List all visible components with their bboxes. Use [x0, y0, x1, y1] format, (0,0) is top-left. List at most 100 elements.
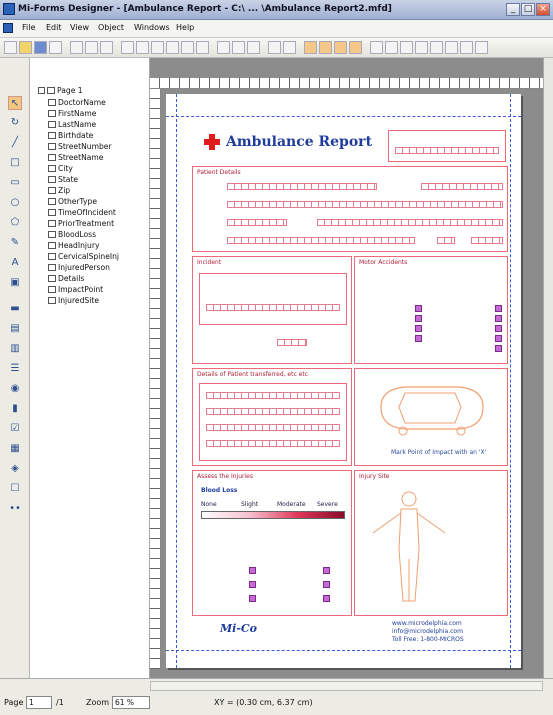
menu-view[interactable]: View — [70, 23, 89, 32]
combo-tool-icon[interactable]: ▥ — [8, 342, 22, 356]
tree-item[interactable]: TimeOfIncident — [48, 208, 116, 217]
guides-icon[interactable] — [334, 41, 347, 54]
line-tool-icon[interactable]: ╱ — [8, 136, 22, 150]
rectangle-tool-icon[interactable]: □ — [8, 156, 22, 170]
tree-item[interactable]: City — [48, 164, 73, 173]
guide-line[interactable] — [166, 116, 521, 117]
same-size-icon[interactable] — [247, 41, 260, 54]
first-page-icon[interactable] — [370, 41, 383, 54]
image-tool-icon[interactable]: ▣ — [8, 276, 22, 290]
close-button[interactable]: × — [536, 3, 550, 16]
copy-icon[interactable] — [85, 41, 98, 54]
other-type-field[interactable] — [206, 304, 340, 311]
tree-item[interactable]: InjuredSite — [48, 296, 99, 305]
fit-page-icon[interactable] — [460, 41, 473, 54]
print-icon[interactable] — [49, 41, 62, 54]
form-page[interactable]: Ambulance Report Patient Details Inciden… — [166, 94, 521, 668]
checkbox[interactable] — [323, 581, 330, 588]
table-tool-icon[interactable]: ▦ — [8, 442, 22, 456]
tree-item[interactable]: Zip — [48, 186, 70, 195]
checkbox[interactable] — [495, 325, 502, 332]
polygon-tool-icon[interactable]: ⬠ — [8, 216, 22, 230]
list-tool-icon[interactable]: ☰ — [8, 362, 22, 376]
tree-item[interactable]: StreetNumber — [48, 142, 112, 151]
details-section[interactable]: Details of Patient transferred, etc etc — [192, 368, 352, 466]
zip-field[interactable] — [471, 237, 503, 244]
guide-line[interactable] — [176, 94, 177, 668]
save-icon[interactable] — [34, 41, 47, 54]
first-name-field[interactable] — [227, 183, 377, 190]
checkbox[interactable] — [415, 315, 422, 322]
checkbox[interactable] — [249, 595, 256, 602]
details-line[interactable] — [206, 440, 340, 447]
last-page-icon[interactable] — [415, 41, 428, 54]
open-icon[interactable] — [19, 41, 32, 54]
checkbox[interactable] — [415, 305, 422, 312]
tree-item[interactable]: Birthdate — [48, 131, 93, 140]
frame-tool-icon[interactable]: ☐ — [8, 482, 22, 496]
menu-edit[interactable]: Edit — [46, 23, 62, 32]
zoom-select[interactable]: 61 % — [112, 696, 150, 709]
assess-injuries-section[interactable]: Assess the Injuries Blood Loss None Slig… — [192, 470, 352, 616]
zoom-out-icon[interactable] — [445, 41, 458, 54]
tree-item[interactable]: OtherType — [48, 197, 97, 206]
horizontal-scrollbar[interactable] — [150, 681, 543, 691]
tree-item[interactable]: State — [48, 175, 78, 184]
injury-site-section[interactable]: Injury Site — [354, 470, 508, 616]
checkbox-tool-icon[interactable]: ☑ — [8, 422, 22, 436]
tree-item[interactable]: FirstName — [48, 109, 96, 118]
tree-item[interactable]: PriorTreatment — [48, 219, 114, 228]
menu-object[interactable]: Object — [98, 23, 124, 32]
motor-accidents-section[interactable]: Motor Accidents — [354, 256, 508, 364]
checkbox[interactable] — [249, 567, 256, 574]
align-left-icon[interactable] — [121, 41, 134, 54]
same-height-icon[interactable] — [232, 41, 245, 54]
maximize-button[interactable]: □ — [521, 3, 535, 16]
minimize-button[interactable]: _ — [506, 3, 520, 16]
pen-tool-icon[interactable]: ✎ — [8, 236, 22, 250]
checkbox[interactable] — [323, 567, 330, 574]
menu-windows[interactable]: Windows — [134, 23, 170, 32]
state-field[interactable] — [437, 237, 455, 244]
rounded-rect-tool-icon[interactable]: ▭ — [8, 176, 22, 190]
barcode-tool-icon[interactable]: ▮ — [8, 402, 22, 416]
tree-item[interactable]: BloodLoss — [48, 230, 96, 239]
snap-icon[interactable] — [319, 41, 332, 54]
last-name-field[interactable] — [227, 201, 503, 208]
incident-section[interactable]: Incident — [192, 256, 352, 364]
checkbox[interactable] — [495, 335, 502, 342]
collapse-icon[interactable] — [38, 87, 45, 94]
patient-details-section[interactable]: Patient Details — [192, 166, 508, 252]
street-name-field[interactable] — [317, 219, 503, 226]
radio-tool-icon[interactable]: ◉ — [8, 382, 22, 396]
details-box[interactable] — [199, 383, 347, 461]
paste-icon[interactable] — [100, 41, 113, 54]
next-page-icon[interactable] — [400, 41, 413, 54]
tree-item[interactable]: InjuredPerson — [48, 263, 110, 272]
guide-line[interactable] — [166, 650, 521, 651]
text-tool-icon[interactable]: A — [8, 256, 22, 270]
tree-item[interactable]: Details — [48, 274, 84, 283]
field-tool-icon[interactable]: ▬ — [8, 302, 22, 316]
city-field[interactable] — [227, 237, 415, 244]
checkbox[interactable] — [249, 581, 256, 588]
details-line[interactable] — [206, 424, 340, 431]
tree-item[interactable]: CervicalSpineInj — [48, 252, 119, 261]
tree-item[interactable]: ImpactPoint — [48, 285, 103, 294]
textbox-tool-icon[interactable]: ▤ — [8, 322, 22, 336]
tree-item[interactable]: HeadInjury — [48, 241, 99, 250]
more-tools-icon[interactable]: •• — [8, 502, 22, 516]
birthdate-field[interactable] — [421, 183, 503, 190]
prev-page-icon[interactable] — [385, 41, 398, 54]
page-number-select[interactable]: 1 — [26, 696, 52, 709]
redo-icon[interactable] — [283, 41, 296, 54]
guide-line[interactable] — [510, 94, 511, 668]
checkbox[interactable] — [495, 305, 502, 312]
checkbox[interactable] — [323, 595, 330, 602]
rotate-tool-icon[interactable]: ↻ — [8, 116, 22, 130]
vertical-scrollbar[interactable] — [543, 58, 553, 678]
checkbox[interactable] — [495, 345, 502, 352]
report-number-field[interactable] — [395, 147, 499, 154]
menu-help[interactable]: Help — [176, 23, 194, 32]
time-of-incident-field[interactable] — [277, 339, 307, 346]
